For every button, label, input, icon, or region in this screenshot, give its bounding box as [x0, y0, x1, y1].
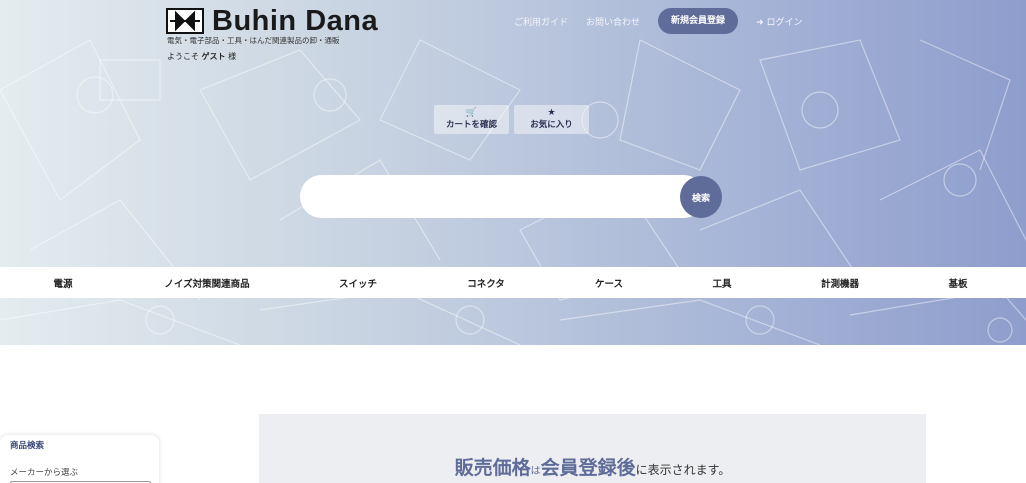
login-icon: ➜	[756, 17, 764, 28]
category-item[interactable]: ケース	[595, 276, 623, 290]
welcome-suffix: 様	[225, 52, 237, 61]
category-item[interactable]: スイッチ	[339, 276, 377, 290]
register-button[interactable]: 新規会員登録	[658, 8, 739, 34]
welcome-message: ようこそ ゲスト 様	[167, 51, 236, 62]
star-icon: ★	[547, 108, 556, 118]
logo[interactable]: Buhin Dana	[166, 6, 378, 36]
cart-label: カートを確認	[445, 120, 497, 130]
notice-particle: は	[530, 466, 541, 477]
price-notice-text: 販売価格は会員登録後に表示されます。	[259, 453, 926, 480]
product-search-title: 商品検索	[10, 441, 45, 451]
maker-select-label: メーカーから選ぶ	[10, 468, 79, 478]
guide-link[interactable]: ご利用ガイド	[514, 15, 568, 28]
logo-text: Buhin Dana	[212, 5, 379, 37]
welcome-user: ゲスト	[201, 52, 226, 61]
logo-mark-icon	[166, 8, 204, 34]
category-bar: 電源 ノイズ対策関連商品 スイッチ コネクタ ケース 工具 計測機器 基板	[0, 267, 1026, 298]
cart-button[interactable]: 🛒 カートを確認	[434, 105, 509, 134]
contact-link[interactable]: お問い合わせ	[586, 15, 640, 28]
category-item[interactable]: 基板	[948, 276, 967, 290]
price-notice: 販売価格は会員登録後に表示されます。	[259, 414, 926, 483]
favorites-button[interactable]: ★ お気に入り	[514, 105, 589, 134]
category-item[interactable]: 電源	[53, 276, 72, 290]
tagline: 電気・電子部品・工具・はんだ関連製品の卸・通販	[167, 36, 340, 45]
product-search-panel: 商品検索 メーカーから選ぶ	[0, 435, 159, 483]
notice-register: 会員登録後	[540, 457, 636, 479]
cart-icon: 🛒	[465, 108, 478, 118]
login-link[interactable]: ➜ ログイン	[756, 15, 802, 28]
notice-suffix: に表示されます。	[635, 463, 731, 477]
category-item[interactable]: 計測機器	[821, 276, 859, 290]
welcome-prefix: ようこそ	[167, 52, 202, 61]
category-item[interactable]: 工具	[712, 276, 731, 290]
top-navigation: ご利用ガイド お問い合わせ 新規会員登録 ➜ ログイン	[514, 8, 820, 34]
category-item[interactable]: コネクタ	[467, 276, 505, 290]
favorites-label: お気に入り	[530, 120, 573, 130]
category-item[interactable]: ノイズ対策関連商品	[164, 276, 249, 290]
login-label: ログイン	[766, 17, 803, 28]
notice-price: 販売価格	[454, 457, 531, 479]
search-button[interactable]: 検索	[680, 176, 722, 218]
search-input[interactable]	[300, 175, 705, 218]
